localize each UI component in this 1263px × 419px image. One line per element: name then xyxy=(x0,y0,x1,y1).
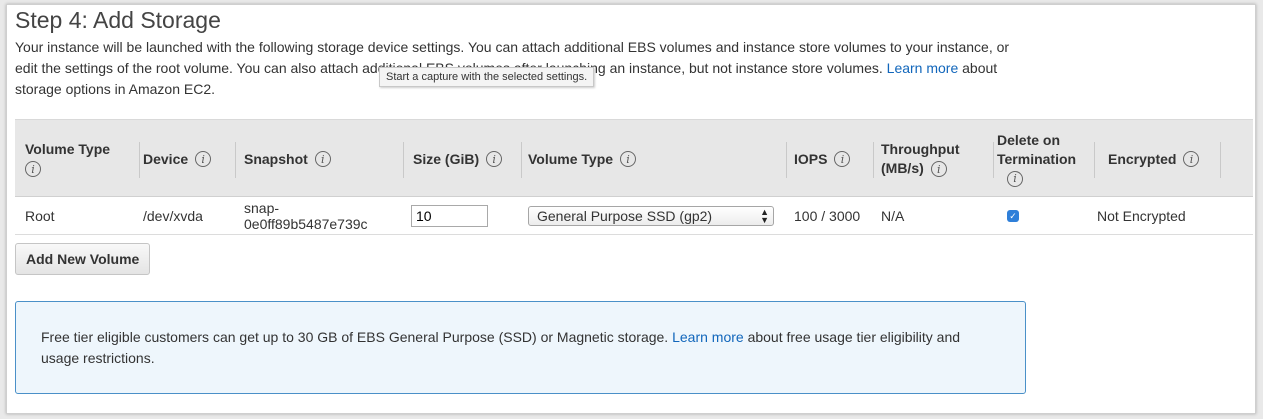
column-divider xyxy=(786,142,787,178)
capture-tooltip: Start a capture with the selected settin… xyxy=(379,67,595,87)
cell-size xyxy=(411,197,488,235)
header-encrypted: Encrypted i xyxy=(1108,120,1221,198)
info-icon[interactable]: i xyxy=(1007,170,1023,187)
info-icon[interactable]: i xyxy=(25,161,41,178)
column-divider xyxy=(521,142,522,178)
select-arrows-icon: ▲ ▼ xyxy=(760,207,769,225)
info-icon[interactable]: i xyxy=(620,151,637,167)
column-divider xyxy=(1220,142,1221,178)
learn-more-storage-link[interactable]: Learn more xyxy=(887,60,959,76)
header-volume-type-label: Volume Type xyxy=(25,141,111,157)
cell-encrypted: Not Encrypted xyxy=(1097,208,1186,224)
free-tier-notice: Free tier eligible customers can get up … xyxy=(15,301,1026,394)
header-throughput-label-2: (MB/s) xyxy=(881,160,924,176)
info-icon[interactable]: i xyxy=(314,151,331,167)
page-title: Step 4: Add Storage xyxy=(15,7,221,33)
header-encrypted-label: Encrypted xyxy=(1108,150,1177,167)
free-tier-notice-text: Free tier eligible customers can get up … xyxy=(41,327,1001,369)
header-device-label: Device xyxy=(143,150,189,167)
cell-snapshot: snap- 0e0ff89b5487e739c xyxy=(244,197,368,235)
table-header: Volume Type i Device i Snapshot i Size (… xyxy=(15,119,1253,197)
header-volume-type-2-label: Volume Type xyxy=(528,150,614,167)
column-divider xyxy=(993,142,994,178)
header-throughput-label-1: Throughput xyxy=(881,141,960,157)
volume-type-select[interactable]: General Purpose SSD (gp2) ▲ ▼ xyxy=(528,206,774,226)
delete-on-termination-checkbox[interactable]: ✓ xyxy=(1007,210,1019,222)
header-volume-type-2: Volume Type i xyxy=(528,120,787,198)
header-snapshot: Snapshot i xyxy=(244,120,404,198)
cell-snapshot-line-1: snap- xyxy=(244,200,280,216)
table-row: Root /dev/xvda snap- 0e0ff89b5487e739c G… xyxy=(15,197,1253,235)
header-snapshot-label: Snapshot xyxy=(244,150,308,167)
header-delete-label-1: Delete on xyxy=(997,131,1061,148)
header-delete-label-2: Termination xyxy=(997,150,1077,167)
add-storage-panel: Step 4: Add Storage Your instance will b… xyxy=(6,4,1256,414)
info-icon[interactable]: i xyxy=(1183,151,1200,167)
cell-snapshot-line-2: 0e0ff89b5487e739c xyxy=(244,216,368,232)
header-size-label: Size (GiB) xyxy=(413,150,480,167)
cell-throughput: N/A xyxy=(881,208,905,224)
notice-text-1: Free tier eligible customers can get up … xyxy=(41,329,673,345)
info-icon[interactable]: i xyxy=(834,151,851,167)
info-icon[interactable]: i xyxy=(486,151,503,167)
header-volume-type: Volume Type i xyxy=(25,120,140,198)
header-size: Size (GiB) i xyxy=(413,120,522,198)
header-delete-on-termination: Delete on Termination i xyxy=(997,120,1095,198)
cell-device: /dev/xvda xyxy=(143,208,203,224)
info-icon[interactable]: i xyxy=(930,161,947,178)
header-device: Device i xyxy=(143,120,236,198)
column-divider xyxy=(873,142,874,178)
column-divider xyxy=(235,142,236,178)
header-iops-label: IOPS xyxy=(794,150,828,167)
column-divider xyxy=(403,142,404,178)
cell-delete-on-termination: ✓ xyxy=(1007,197,1019,235)
volume-type-select-value: General Purpose SSD (gp2) xyxy=(537,208,713,224)
size-input[interactable] xyxy=(411,205,488,227)
header-iops: IOPS i xyxy=(794,120,874,198)
info-icon[interactable]: i xyxy=(195,151,212,167)
cell-volume-type: Root xyxy=(25,208,55,224)
column-divider xyxy=(1094,142,1095,178)
column-divider xyxy=(139,142,140,178)
storage-table: Volume Type i Device i Snapshot i Size (… xyxy=(15,119,1253,235)
header-throughput: Throughput (MB/s) i xyxy=(881,120,994,198)
cell-volume-type-select: General Purpose SSD (gp2) ▲ ▼ xyxy=(528,197,774,235)
cell-iops: 100 / 3000 xyxy=(794,208,861,224)
checkmark-icon: ✓ xyxy=(1009,211,1017,221)
learn-more-free-tier-link[interactable]: Learn more xyxy=(672,329,744,345)
add-new-volume-button[interactable]: Add New Volume xyxy=(15,243,151,275)
